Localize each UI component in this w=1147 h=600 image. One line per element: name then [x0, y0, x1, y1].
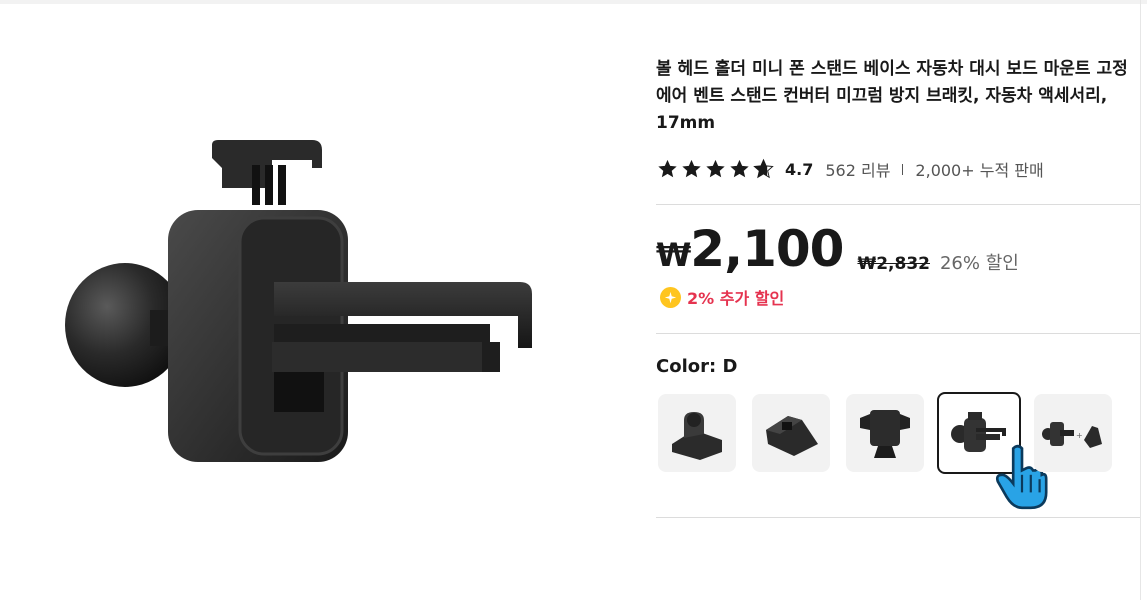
rating-score: 4.7: [785, 159, 814, 179]
star-half-icon: [753, 158, 774, 179]
color-option-e[interactable]: +: [1034, 394, 1112, 472]
rating-row[interactable]: 4.7 562 리뷰 2,000+ 누적 판매: [656, 156, 1044, 182]
divider: [656, 517, 1140, 518]
star-icon: [706, 159, 725, 178]
rating-stars: [656, 158, 775, 180]
color-option-b[interactable]: [752, 394, 830, 472]
star-icon: [658, 159, 677, 178]
air-vent-ball-holder-image: [65, 140, 532, 462]
product-info-panel: 볼 헤드 홀더 미니 폰 스탠드 베이스 자동차 대시 보드 마운트 고정 에어…: [656, 0, 1140, 600]
star-icon: [730, 159, 749, 178]
magnetic-dash-mount-thumbnail: [672, 412, 722, 460]
divider: [656, 333, 1140, 334]
wedge-base-thumbnail: [766, 416, 818, 456]
separator: [902, 163, 904, 175]
currency-symbol: ₩: [656, 236, 691, 274]
divider: [656, 204, 1140, 205]
coin-icon: [660, 286, 681, 308]
color-label: Color: D: [656, 356, 738, 377]
coin-offer-text: 2% 추가 할인: [687, 289, 785, 308]
price-amount: 2,100: [690, 220, 844, 278]
panel-edge: [1140, 0, 1141, 600]
original-price: ₩2,832: [857, 254, 930, 274]
sold-count: 2,000+ 누적 판매: [915, 161, 1044, 180]
color-swatches: +: [658, 392, 1112, 510]
star-icon: [682, 159, 701, 178]
svg-text:+: +: [1076, 431, 1083, 440]
current-price: ₩2,100: [656, 220, 844, 282]
review-count-link[interactable]: 562 리뷰: [825, 157, 890, 181]
coin-offer[interactable]: 2% 추가 할인: [660, 284, 784, 310]
product-title: 볼 헤드 홀더 미니 폰 스탠드 베이스 자동차 대시 보드 마운트 고정 에어…: [656, 59, 1128, 133]
price-row: ₩2,100 ₩2,832 26% 할인: [656, 222, 1019, 282]
main-product-image[interactable]: [40, 110, 560, 490]
color-option-c[interactable]: [846, 394, 924, 472]
color-option-d[interactable]: [937, 392, 1048, 510]
discount-badge: 26% 할인: [939, 253, 1019, 274]
color-option-a[interactable]: [658, 394, 736, 472]
gravity-holder-thumbnail: [860, 410, 910, 458]
vent-holder-with-base-thumbnail: +: [1042, 422, 1102, 448]
